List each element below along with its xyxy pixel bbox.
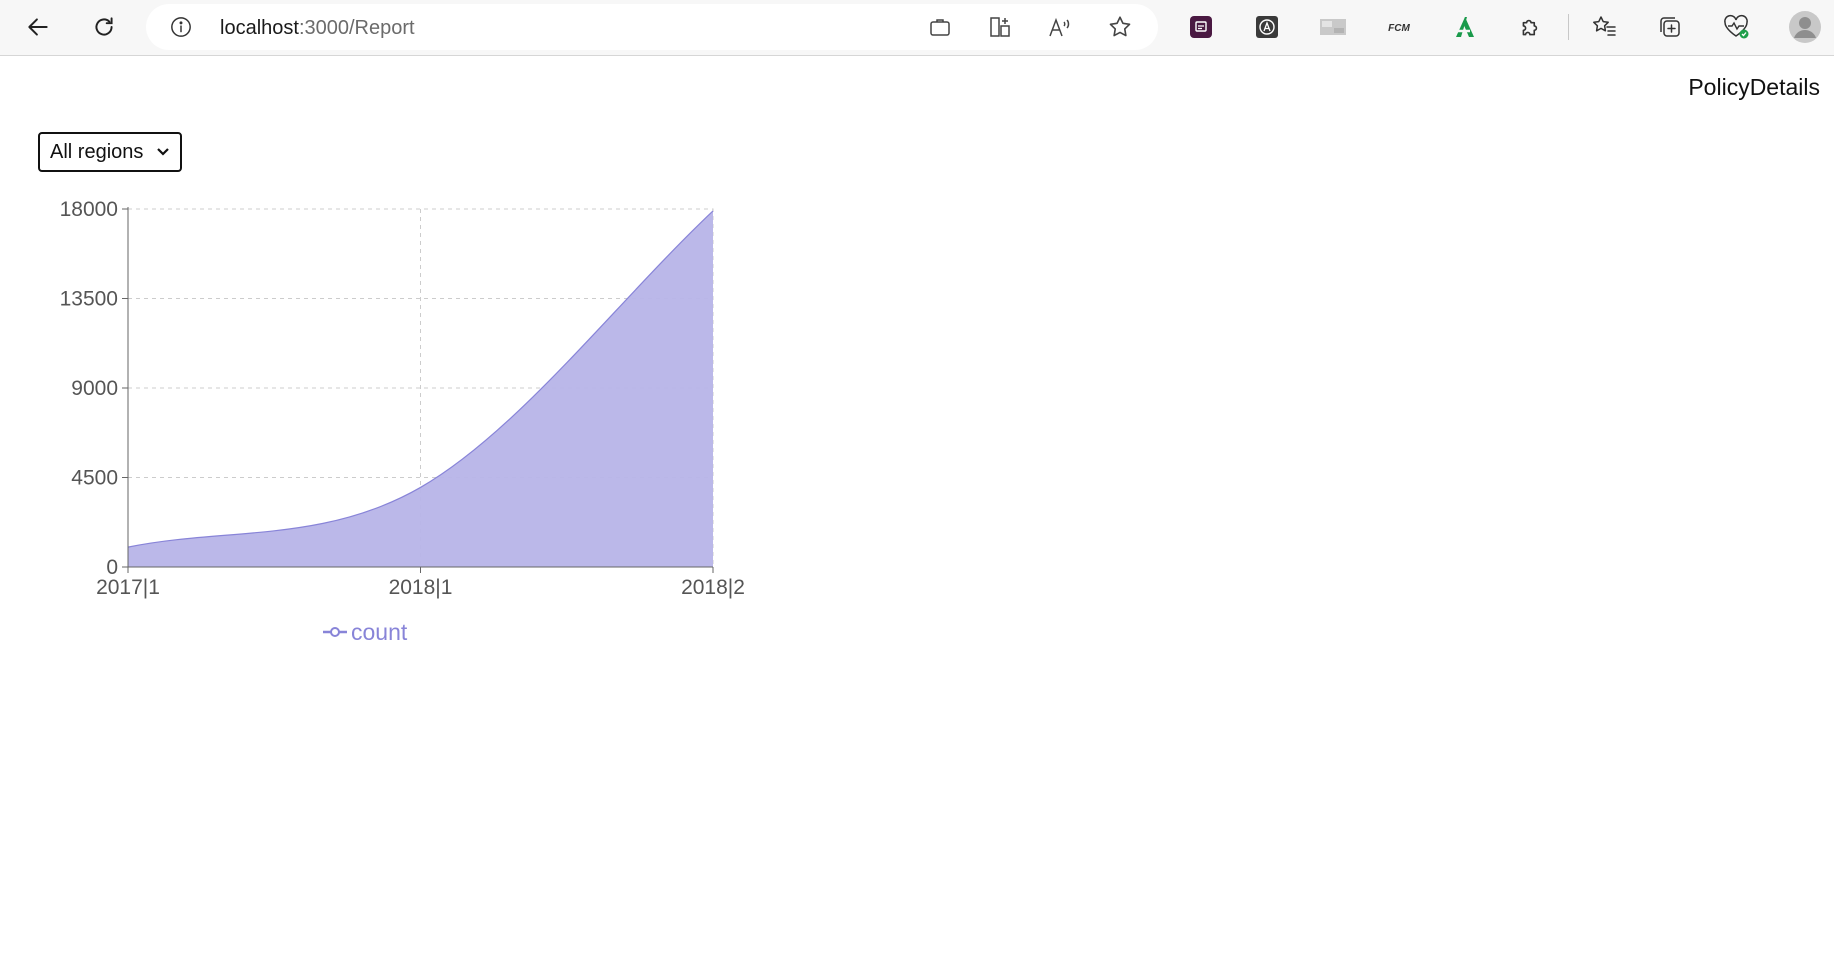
- chart-legend-marker-icon: [330, 627, 340, 637]
- back-arrow-icon: [28, 18, 48, 36]
- favorites-icon: [1593, 16, 1616, 36]
- extension-a-button[interactable]: [1445, 8, 1485, 46]
- chart-x-tick-label: 2017|1: [96, 576, 160, 599]
- chart-y-tick-label: 9000: [71, 377, 118, 400]
- extensions-puzzle-icon: [1522, 19, 1538, 36]
- extension-3-button[interactable]: [1313, 8, 1353, 46]
- extensions-button[interactable]: [1511, 8, 1551, 46]
- policy-details-link[interactable]: PolicyDetails: [1688, 74, 1820, 101]
- collections-icon: [1660, 17, 1680, 37]
- address-bar[interactable]: localhost:3000/Report: [146, 4, 1158, 50]
- back-button[interactable]: [18, 8, 58, 46]
- read-aloud-button[interactable]: [1046, 13, 1074, 41]
- url-path: :3000/Report: [298, 17, 415, 39]
- area-chart: 0 4500 9000 13500 18000 2017|1 2018|1 2018|2 cou…: [0, 190, 800, 660]
- chart-y-tick-label: 4500: [71, 467, 118, 490]
- area-chart-svg: 04500900013500180002017|1 2018|1 2018|2cou…: [60, 198, 745, 645]
- profile-avatar-icon: [1789, 11, 1821, 43]
- app-available-button[interactable]: [926, 13, 954, 41]
- extension-a-icon: [1456, 17, 1474, 37]
- extension-fcm-button[interactable]: FCM: [1379, 8, 1419, 46]
- url-text[interactable]: localhost:3000/Report: [220, 17, 415, 39]
- extension-1-icon: [1190, 16, 1212, 38]
- chevron-down-icon: [157, 148, 169, 156]
- region-select-value: All regions: [50, 140, 144, 163]
- extension-fcm-icon: FCM: [1388, 23, 1410, 34]
- extension-3-icon: [1320, 19, 1346, 35]
- extension-1-button[interactable]: [1181, 8, 1221, 46]
- extension-2-icon: [1256, 16, 1278, 38]
- browser-toolbar: localhost:3000/Report FCM: [0, 0, 1834, 56]
- toolbar-separator: [1568, 14, 1569, 40]
- chart-x-tick-label: 2018|1: [389, 576, 453, 599]
- reload-button[interactable]: [84, 8, 124, 46]
- split-screen-icon: [990, 17, 1010, 37]
- app-available-icon: [930, 19, 950, 36]
- chart-y-tick-label: 18000: [60, 198, 118, 221]
- read-aloud-icon: [1049, 17, 1070, 37]
- browser-essentials-button[interactable]: [1716, 8, 1756, 46]
- extension-fcm-label: FCM: [1388, 23, 1410, 34]
- site-info-icon[interactable]: [170, 16, 192, 38]
- favorite-star-icon: [1109, 16, 1131, 37]
- url-host: localhost: [220, 17, 299, 39]
- profile-button[interactable]: [1785, 8, 1825, 46]
- extension-2-button[interactable]: [1247, 8, 1287, 46]
- collections-button[interactable]: [1650, 8, 1690, 46]
- chart-y-tick-label: 13500: [60, 288, 118, 311]
- browser-essentials-icon: [1724, 14, 1749, 39]
- region-select[interactable]: All regions: [38, 132, 182, 172]
- favorite-button[interactable]: [1106, 13, 1134, 41]
- reload-icon: [95, 17, 113, 36]
- split-screen-button[interactable]: [986, 13, 1014, 41]
- chart-x-tick-label: 2018|2: [681, 576, 745, 599]
- chart-legend-label: count: [351, 619, 408, 645]
- favorites-button[interactable]: [1584, 8, 1624, 46]
